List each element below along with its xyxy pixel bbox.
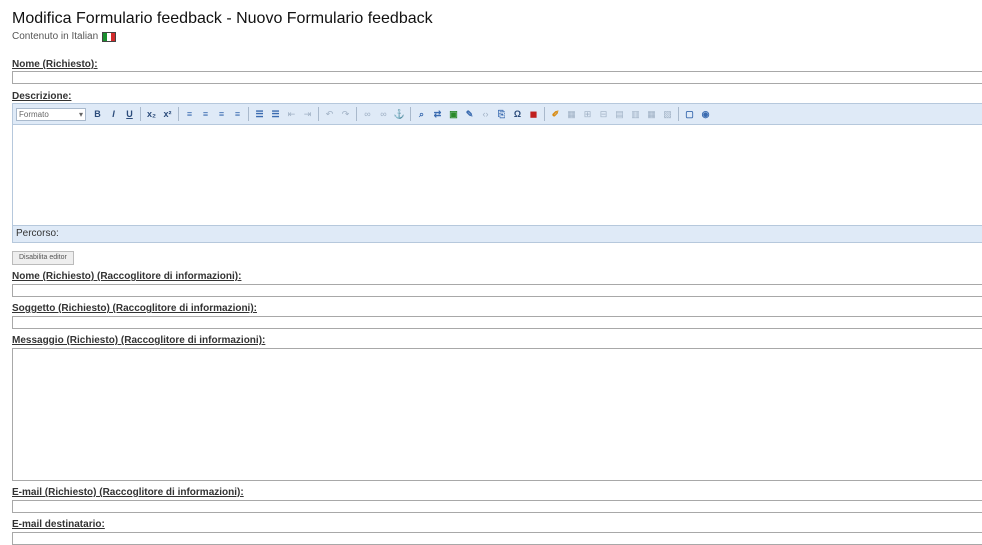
bullet-list-icon[interactable]: ☰ [252,107,267,122]
toolbar-separator [410,107,411,121]
unlink-icon[interactable]: ∞ [376,107,391,122]
edit-icon[interactable]: ✐ [548,107,563,122]
align-center-icon[interactable]: ≡ [198,107,213,122]
editor-content-area[interactable] [13,125,982,225]
nome-raccoglitore-label: Nome (Richiesto) (Raccoglitore di inform… [12,271,242,282]
outdent-icon[interactable]: ⇤ [284,107,299,122]
toolbar-separator [318,107,319,121]
nome-label: Nome (Richiesto): [12,59,98,70]
soggetto-input[interactable] [12,316,982,329]
editor-toolbar: Formato ▾ B I U x₂ x² ≡ ≡ ≡ ≡ ☰ ☰ ⇤ ⇥ ↶ … [13,104,982,125]
code-icon[interactable]: ‹› [478,107,493,122]
page-title: Modifica Formulario feedback - Nuovo For… [12,10,433,27]
table-split-icon[interactable]: ▧ [660,107,675,122]
messaggio-textarea[interactable] [12,348,982,481]
email-destinatario-input[interactable] [12,532,982,545]
page-break-icon[interactable]: ⎘ [494,107,509,122]
toolbar-separator [544,107,545,121]
toolbar-separator [248,107,249,121]
content-language: Contenuto in Italian [12,31,117,42]
nome-input[interactable] [12,71,982,84]
align-left-icon[interactable]: ≡ [182,107,197,122]
table-insert-icon[interactable]: ▤ [612,107,627,122]
media-icon[interactable]: ◼ [526,107,541,122]
italic-button[interactable]: I [106,107,121,122]
help-icon[interactable]: ◉ [698,107,713,122]
replace-icon[interactable]: ⇄ [430,107,445,122]
numbered-list-icon[interactable]: ☰ [268,107,283,122]
descrizione-label: Descrizione: [12,91,72,102]
table-icon[interactable]: ▦ [564,107,579,122]
subscript-button[interactable]: x₂ [144,107,159,122]
fullscreen-icon[interactable]: ▢ [682,107,697,122]
editor-path-bar: Percorso: [13,225,982,242]
table-merge-icon[interactable]: ▦ [644,107,659,122]
chevron-down-icon: ▾ [78,109,83,119]
toolbar-separator [178,107,179,121]
nome-raccoglitore-input[interactable] [12,284,982,297]
redo-icon[interactable]: ↷ [338,107,353,122]
find-icon[interactable]: ⌕ [414,107,429,122]
messaggio-label: Messaggio (Richiesto) (Raccoglitore di i… [12,335,266,346]
disable-editor-button[interactable]: Disabilita editor [12,251,74,265]
underline-button[interactable]: U [122,107,137,122]
link-icon[interactable]: ∞ [360,107,375,122]
undo-icon[interactable]: ↶ [322,107,337,122]
table-row-icon[interactable]: ⊞ [580,107,595,122]
format-select[interactable]: Formato ▾ [16,107,86,121]
content-language-text: Contenuto in Italian [12,31,99,42]
soggetto-label: Soggetto (Richiesto) (Raccoglitore di in… [12,303,257,314]
toolbar-separator [678,107,679,121]
toolbar-separator [356,107,357,121]
indent-icon[interactable]: ⇥ [300,107,315,122]
align-justify-icon[interactable]: ≡ [230,107,245,122]
attachment-icon[interactable]: ✎ [462,107,477,122]
italian-flag-icon [102,31,117,42]
bold-button[interactable]: B [90,107,105,122]
superscript-button[interactable]: x² [160,107,175,122]
format-select-label: Formato [19,109,49,119]
table-col-icon[interactable]: ⊟ [596,107,611,122]
anchor-icon[interactable]: ⚓ [392,107,407,122]
image-icon[interactable]: ▣ [446,107,461,122]
align-right-icon[interactable]: ≡ [214,107,229,122]
descrizione-editor: Formato ▾ B I U x₂ x² ≡ ≡ ≡ ≡ ☰ ☰ ⇤ ⇥ ↶ … [12,103,982,243]
email-input[interactable] [12,500,982,513]
toolbar-separator [140,107,141,121]
table-delete-icon[interactable]: ▥ [628,107,643,122]
email-label: E-mail (Richiesto) (Raccoglitore di info… [12,487,244,498]
special-char-button[interactable]: Ω [510,107,525,122]
email-destinatario-label: E-mail destinatario: [12,519,105,530]
